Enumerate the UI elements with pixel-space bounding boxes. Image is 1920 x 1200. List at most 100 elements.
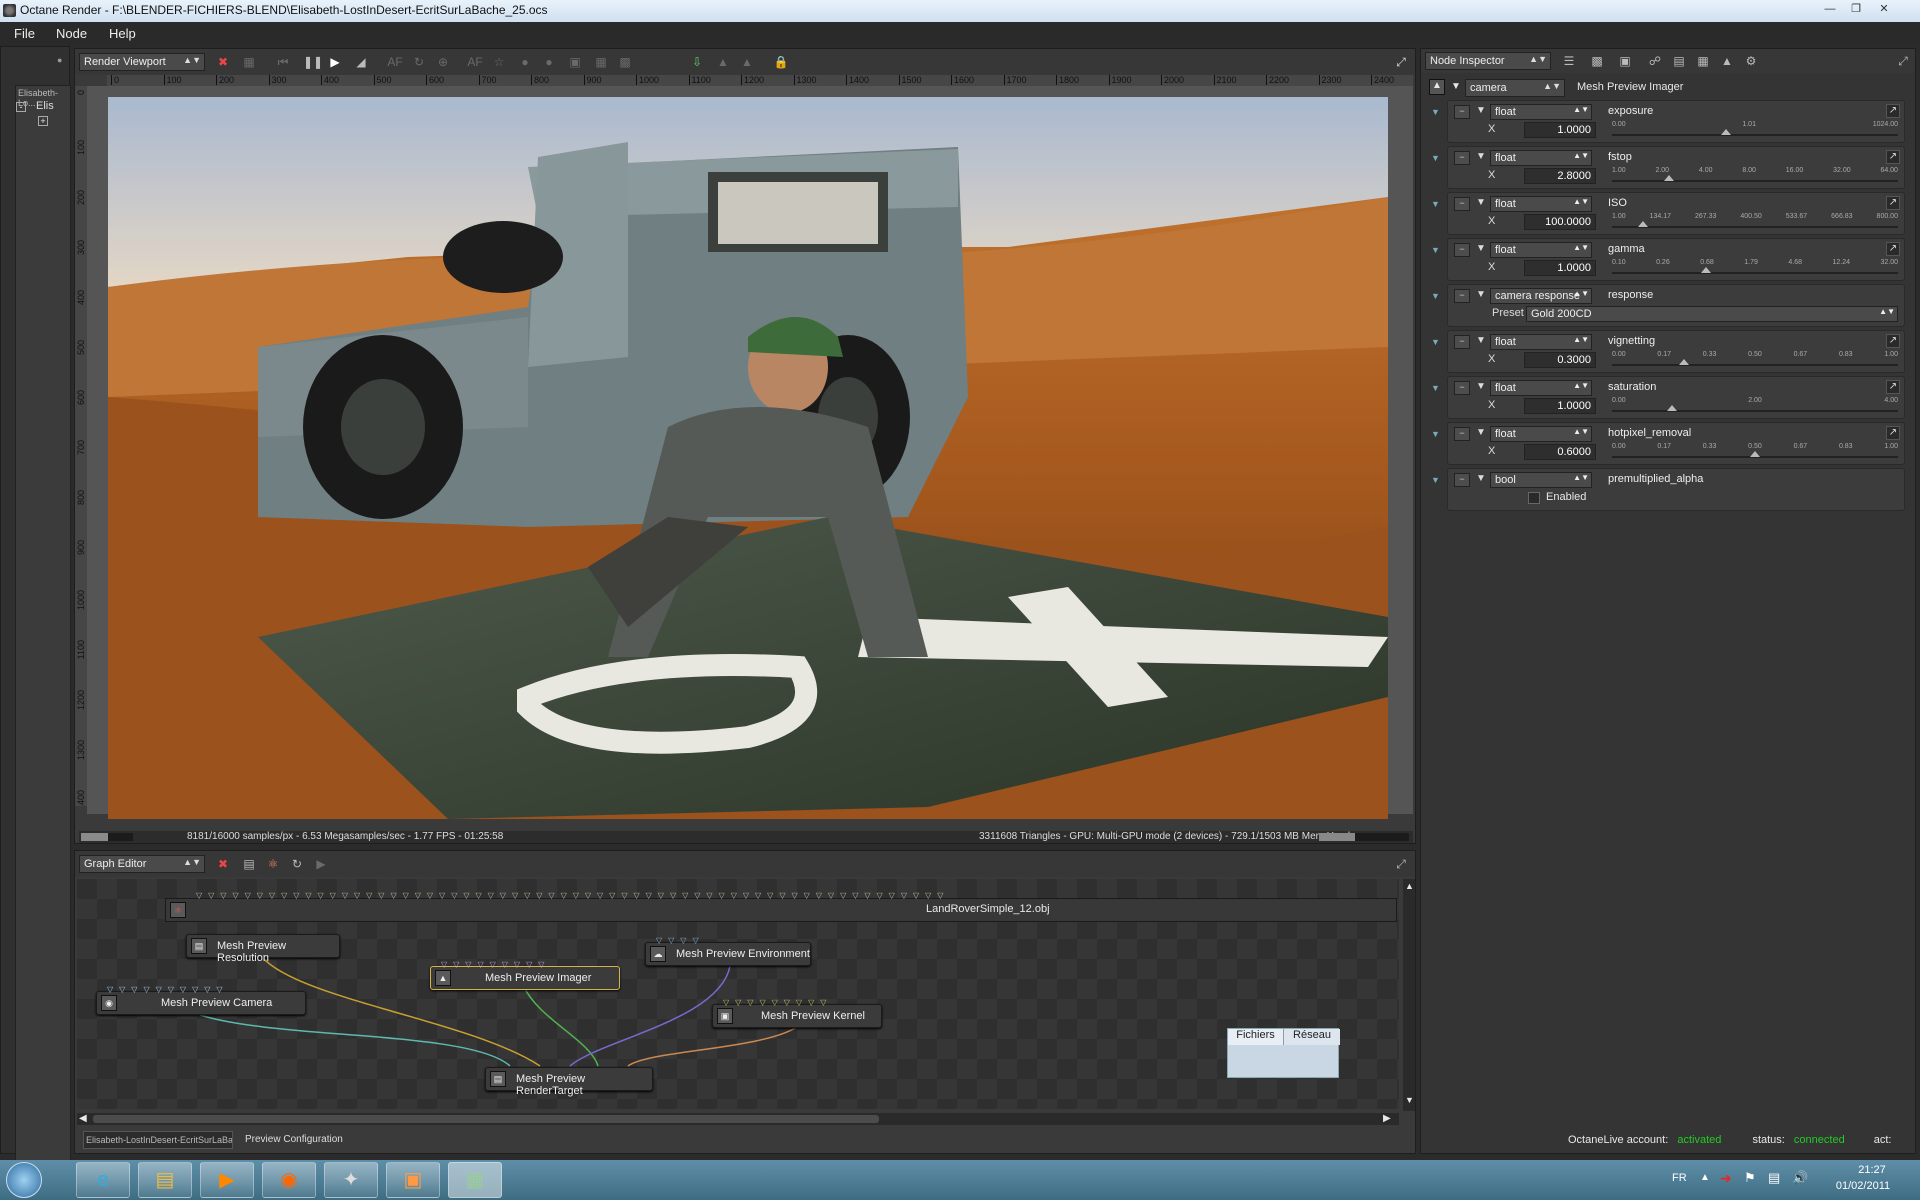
edit-icon[interactable]: − [1454, 427, 1470, 441]
office-icon[interactable]: ▣ [386, 1162, 440, 1198]
tray-flag-icon[interactable]: ⚑ [1744, 1170, 1756, 1186]
param-value-field[interactable]: 1.0000 [1524, 122, 1596, 138]
param-slider[interactable]: 0.00 2.00 4.00 [1612, 397, 1898, 415]
node-mesh-preview-imager[interactable]: ▽▽▽▽▽▽▽▽▽ ▲ Mesh Preview Imager [430, 960, 620, 990]
node-mesh-preview-environment[interactable]: ▽▽▽▽ ☁ Mesh Preview Environment [645, 936, 811, 966]
image-icon[interactable]: ▣ [1617, 53, 1633, 69]
slider-thumb[interactable] [1750, 451, 1760, 457]
node-mesh-preview-resolution[interactable]: ▤ Mesh Preview Resolution [186, 934, 340, 964]
app-icon[interactable]: ✦ [324, 1162, 378, 1198]
fullscreen-icon[interactable]: ⤢ [1393, 856, 1409, 872]
mini-panel[interactable]: Fichiers Réseau [1227, 1028, 1340, 1078]
expand-arrow-icon[interactable]: ▼ [1476, 473, 1486, 484]
tab-reseau[interactable]: Réseau [1284, 1029, 1340, 1045]
vertical-scrollbar[interactable]: ▲ ▼ [1403, 879, 1415, 1111]
fullscreen-icon[interactable]: ⤢ [1895, 53, 1911, 69]
clock-date[interactable]: 01/02/2011 [1828, 1180, 1898, 1192]
node-mesh-preview-rendertarget[interactable]: ▤ Mesh Preview RenderTarget [485, 1067, 653, 1097]
param-type-combo[interactable]: camera response ▲▼ [1490, 288, 1592, 304]
delete-node-icon[interactable]: ✖ [215, 856, 231, 872]
expand-arrow-icon[interactable]: ▼ [1476, 243, 1486, 254]
copy-node-icon[interactable]: ▩ [1589, 53, 1605, 69]
expand-arrow-icon[interactable]: ▼ [1476, 427, 1486, 438]
expand-arrow-icon[interactable]: ▼ [1476, 381, 1486, 392]
param-value-field[interactable]: 1.0000 [1524, 398, 1596, 414]
expand-arrow-icon[interactable]: ▼ [1476, 151, 1486, 162]
tray-arrow-icon[interactable]: ▲ [1700, 1172, 1710, 1183]
inspector-combo[interactable]: Node Inspector ▲▼ [1425, 52, 1551, 70]
expand-arrow-icon[interactable]: ▼ [1476, 197, 1486, 208]
maximize-button[interactable]: ❐ [1844, 1, 1868, 17]
param-slider[interactable]: 0.00 0.17 0.33 0.50 0.67 0.83 1.00 [1612, 443, 1898, 461]
octane-taskbar-icon[interactable]: ▦ [448, 1162, 502, 1198]
language-indicator[interactable]: FR [1672, 1172, 1687, 1184]
render-image[interactable] [108, 97, 1388, 819]
tab-preview-configuration[interactable]: Preview Configuration [241, 1131, 351, 1149]
scroll-down-icon[interactable]: ▼ [1405, 1095, 1414, 1105]
minimize-button[interactable]: — [1818, 1, 1842, 17]
export-icon[interactable]: ⇩ [689, 54, 705, 70]
edit-icon[interactable]: − [1454, 289, 1470, 303]
volume-icon[interactable]: 🔊 [1792, 1170, 1808, 1186]
blender-icon[interactable]: ◉ [262, 1162, 316, 1198]
param-slider[interactable]: 0.00 0.17 0.33 0.50 0.67 0.83 1.00 [1612, 351, 1898, 369]
menu-help[interactable]: Help [109, 26, 136, 41]
curve-icon[interactable]: ↗ [1886, 242, 1900, 256]
curve-icon[interactable]: ↗ [1886, 380, 1900, 394]
scroll-up-icon[interactable]: ▲ [1405, 881, 1414, 891]
tab-scene[interactable]: Elisabeth-LostInDesert-EcritSurLaBache_2… [83, 1131, 233, 1149]
node-type-combo[interactable]: camera ▲▼ [1465, 79, 1565, 97]
start-button[interactable] [6, 1162, 42, 1198]
panel-icon[interactable]: ▤ [1671, 53, 1687, 69]
param-type-combo[interactable]: bool ▲▼ [1490, 472, 1592, 488]
param-value-field[interactable]: 0.6000 [1524, 444, 1596, 460]
slider-thumb[interactable] [1638, 221, 1649, 227]
slider-thumb[interactable] [1721, 129, 1732, 135]
slider-thumb[interactable] [1701, 267, 1712, 273]
expand-icon[interactable]: + [38, 116, 48, 126]
save-graph-icon[interactable]: ▤ [241, 856, 257, 872]
mesh-node-bar[interactable]: ▽▽▽▽▽▽▽▽▽▽▽▽▽▽▽▽▽▽▽▽▽▽▽▽▽▽▽▽▽▽▽▽▽▽▽▽▽▽▽▽… [165, 891, 1397, 922]
list-icon[interactable]: ☰ [1561, 53, 1577, 69]
curve-icon[interactable]: ↗ [1886, 196, 1900, 210]
pause-icon[interactable]: ❚❚ [303, 54, 323, 70]
preset-combo[interactable]: Gold 200CD ▲▼ [1526, 306, 1898, 322]
measure-icon[interactable]: ◢ [353, 54, 369, 70]
stack-icon[interactable]: ▦ [1695, 53, 1711, 69]
param-slider[interactable]: 1.00 2.00 4.00 8.00 16.00 32.00 64.00 [1612, 167, 1898, 185]
param-slider[interactable]: 1.00 134.17 267.33 400.50 533.67 666.83 800.00 [1612, 213, 1898, 231]
slider-thumb[interactable] [1664, 175, 1675, 181]
graph-combo[interactable]: Graph Editor ▲▼ [79, 855, 205, 873]
curve-icon[interactable]: ↗ [1886, 150, 1900, 164]
expand-arrow-icon[interactable]: ▼ [1476, 289, 1486, 300]
param-slider[interactable]: 0.10 0.26 0.68 1.79 4.68 12.24 32.00 [1612, 259, 1898, 277]
param-value-field[interactable]: 100.0000 [1524, 214, 1596, 230]
close-button[interactable]: ✕ [1872, 1, 1896, 17]
menu-node[interactable]: Node [56, 26, 87, 41]
param-type-combo[interactable]: float ▲▼ [1490, 196, 1592, 212]
param-type-combo[interactable]: float ▲▼ [1490, 150, 1592, 166]
param-type-combo[interactable]: float ▲▼ [1490, 242, 1592, 258]
network-icon[interactable]: ▤ [1768, 1170, 1780, 1186]
param-slider[interactable]: 0.00 1.01 1024.00 [1612, 121, 1898, 139]
edit-icon[interactable]: − [1454, 335, 1470, 349]
play-icon[interactable]: ▶ [327, 54, 343, 70]
collapse-arrow-icon[interactable]: ▼ [1451, 81, 1461, 92]
edit-icon[interactable]: − [1454, 243, 1470, 257]
slider-thumb[interactable] [1667, 405, 1678, 411]
fullscreen-icon[interactable]: ⤢ [1393, 54, 1409, 70]
param-type-combo[interactable]: float ▲▼ [1490, 380, 1592, 396]
param-value-field[interactable]: 2.8000 [1524, 168, 1596, 184]
settings-icon[interactable]: ⚙ [1743, 53, 1759, 69]
clock-time[interactable]: 21:27 [1842, 1164, 1902, 1176]
explorer-icon[interactable]: ▤ [138, 1162, 192, 1198]
curve-icon[interactable]: ↗ [1886, 104, 1900, 118]
picture-icon[interactable]: ▲ [1719, 53, 1735, 69]
lock-icon[interactable]: 🔒 [773, 54, 789, 70]
collapse-icon[interactable]: - [16, 102, 26, 112]
edit-icon[interactable]: − [1454, 473, 1470, 487]
expand-arrow-icon[interactable]: ▼ [1476, 335, 1486, 346]
node-mesh-preview-kernel[interactable]: ▽▽▽▽▽▽▽▽▽ ▣ Mesh Preview Kernel [712, 998, 882, 1028]
tray-app-icon[interactable]: ➜ [1720, 1170, 1732, 1187]
scene-tree-item[interactable]: Elis [36, 100, 54, 112]
